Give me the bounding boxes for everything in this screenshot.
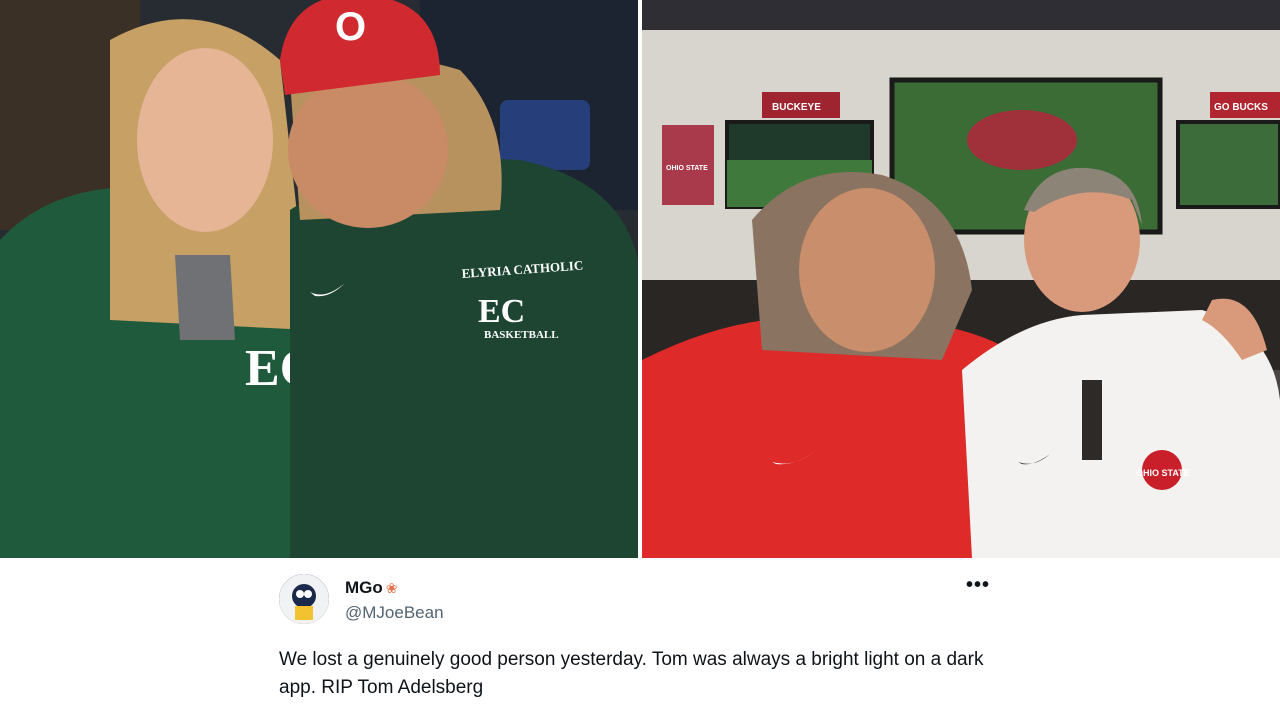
wall-pennant-text: OHIO STATE	[666, 165, 708, 172]
cap-logo: O	[335, 5, 366, 49]
ceiling	[642, 0, 1280, 30]
tweet-display-name[interactable]: MGo	[345, 578, 383, 597]
woman-face	[137, 48, 273, 232]
photo-right: BUCKEYE GO BUCKS OHIO STATE OHIO STATE	[642, 0, 1280, 558]
dark-undershirt	[1082, 380, 1102, 460]
jacket-text-line2: BASKETBALL	[484, 329, 559, 341]
more-options-icon[interactable]: •••	[966, 574, 990, 597]
ohio-state-logo-text: OHIO STATE	[1136, 468, 1190, 478]
photo-right-illustration: BUCKEYE GO BUCKS OHIO STATE OHIO STATE	[642, 0, 1280, 558]
paw-icon: ❀	[385, 580, 398, 596]
avatar[interactable]	[279, 574, 329, 624]
tweet-card[interactable]: MGo ❀ @MJoeBean ••• We lost a genuinely g…	[263, 560, 1018, 716]
red-man-face	[799, 188, 935, 352]
photo-left: EC O ELYRIA CATHOLIC EC BASKETBALL	[0, 0, 638, 558]
woman-gray-shirt	[175, 255, 235, 340]
tweet-text: We lost a genuinely good person yesterda…	[279, 649, 984, 698]
wall-banner-1-text: BUCKEYE	[772, 102, 821, 113]
man-face	[288, 72, 448, 228]
photo-left-illustration: EC O ELYRIA CATHOLIC EC BASKETBALL	[0, 0, 638, 558]
tweet-display-name-row[interactable]: MGo ❀	[345, 578, 398, 598]
avatar-mascot-icon	[279, 574, 329, 624]
tv-players	[967, 110, 1077, 170]
man-white-pullover	[962, 310, 1280, 558]
blue-stadium-seat	[500, 100, 590, 170]
tweet-handle[interactable]: @MJoeBean	[345, 603, 444, 623]
wall-banner-3-text: GO BUCKS	[1214, 102, 1268, 113]
man-jacket-logo: EC	[478, 293, 525, 330]
tv-screen-right	[1176, 120, 1280, 209]
